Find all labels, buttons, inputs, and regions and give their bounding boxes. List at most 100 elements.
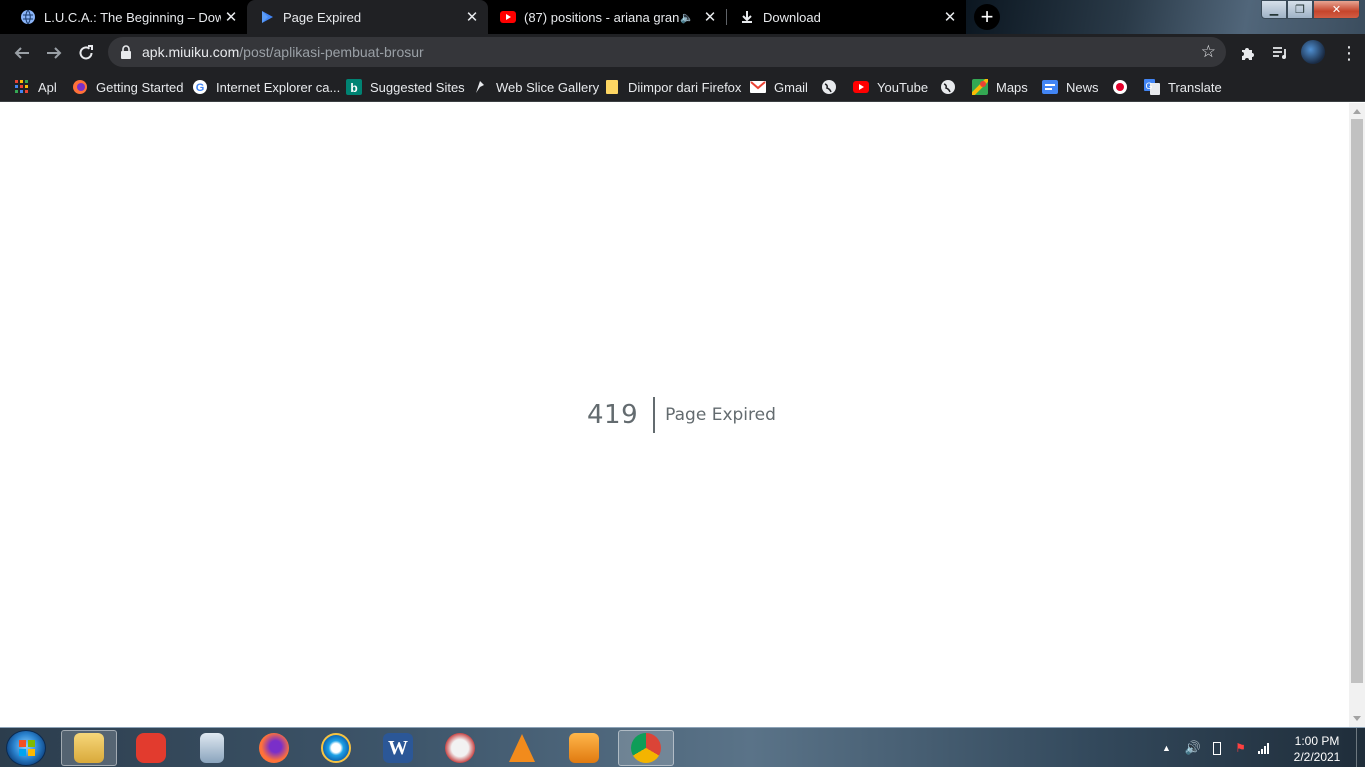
download-icon (739, 9, 755, 25)
red-app-icon (136, 733, 166, 763)
media-player-icon (569, 733, 599, 763)
action-center-flag-icon[interactable]: ⚑ (1235, 741, 1246, 755)
tab-luca[interactable]: L.U.C.A.: The Beginning – Downlo ✕ (8, 0, 247, 34)
close-icon[interactable]: ✕ (700, 7, 720, 27)
globe-icon (940, 79, 956, 95)
bookmarks-bar: Apl Getting Started G Internet Explorer … (0, 71, 1365, 102)
taskbar-clock[interactable]: 1:00 PM 2/2/2021 (1282, 733, 1352, 765)
menu-dots-icon[interactable]: ⋮ (1336, 40, 1362, 66)
bookmark-getting-started[interactable]: Getting Started (72, 76, 183, 98)
tab-title: (87) positions - ariana grande (524, 9, 681, 25)
taskbar-internet-explorer[interactable] (308, 730, 364, 766)
maximize-button[interactable]: ❐ (1287, 0, 1313, 19)
address-bar[interactable]: apk.miuiku.com/post/aplikasi-pembuat-bro… (108, 37, 1226, 67)
extensions-puzzle-icon[interactable] (1235, 40, 1261, 66)
start-button[interactable] (6, 730, 46, 766)
translate-icon: G (1144, 79, 1160, 95)
error-message-block: 419 Page Expired (587, 397, 776, 433)
news-icon (1042, 79, 1058, 95)
system-tray: ▲ 🔊 ⚑ (1162, 728, 1269, 767)
bookmark-label: YouTube (877, 79, 929, 95)
bookmark-maps[interactable]: Maps (972, 76, 1028, 98)
bookmark-gmail[interactable]: Gmail (750, 76, 808, 98)
url-path: /post/aplikasi-pembuat-brosur (239, 44, 424, 60)
bookmark-apps[interactable]: Apl (14, 76, 57, 98)
taskbar-red-app[interactable] (123, 730, 179, 766)
youtube-icon (500, 9, 516, 25)
play-store-icon (259, 9, 275, 25)
window-close-button[interactable]: ✕ (1313, 0, 1360, 19)
bookmark-label: Apl (38, 79, 57, 95)
profile-avatar[interactable] (1301, 40, 1325, 64)
taskbar-snipping-tool[interactable] (432, 730, 488, 766)
back-button[interactable] (9, 40, 35, 66)
tray-expand-icon[interactable]: ▲ (1162, 743, 1171, 753)
tab-youtube[interactable]: (87) positions - ariana grande 🔈 ✕ (488, 0, 726, 34)
google-icon: G (192, 79, 208, 95)
clock-time: 1:00 PM (1294, 734, 1340, 748)
network-signal-icon[interactable] (1257, 742, 1269, 754)
speaker-icon[interactable]: 🔈 (680, 11, 694, 24)
firefox-icon (72, 79, 88, 95)
bookmark-translate[interactable]: G Translate (1144, 76, 1222, 98)
word-icon: W (383, 733, 413, 763)
calculator-icon (200, 733, 224, 763)
minimize-button[interactable]: ▁ (1261, 0, 1287, 19)
bookmark-label: Internet Explorer ca... (216, 79, 341, 95)
tab-title: L.U.C.A.: The Beginning – Downlo (44, 9, 221, 25)
tab-title: Page Expired (283, 9, 362, 25)
tab-page-expired[interactable]: Page Expired ✕ (247, 0, 488, 34)
new-tab-button[interactable]: + (974, 4, 1000, 30)
bookmark-label: Diimpor dari Firefox (628, 79, 742, 95)
bookmark-suggested-sites[interactable]: b Suggested Sites (346, 76, 465, 98)
bookmark-web-slice[interactable]: Web Slice Gallery (472, 76, 599, 98)
scrollbar-thumb[interactable] (1351, 119, 1363, 683)
chrome-icon (631, 733, 661, 763)
reload-button[interactable] (73, 40, 99, 66)
taskbar-word[interactable]: W (370, 730, 426, 766)
url-host: apk.miuiku.com (142, 44, 240, 60)
close-icon[interactable]: ✕ (221, 7, 241, 27)
svg-text:b: b (350, 81, 357, 95)
bookmark-globe-2[interactable] (940, 76, 964, 98)
bookmark-label: Maps (996, 79, 1028, 95)
scroll-down-arrow-icon[interactable] (1353, 716, 1361, 721)
bing-icon: b (346, 79, 362, 95)
bookmark-opera[interactable] (1112, 76, 1136, 98)
show-desktop-button[interactable] (1356, 728, 1365, 767)
taskbar-chrome[interactable] (618, 730, 674, 766)
maps-icon (972, 79, 988, 95)
bookmark-ie[interactable]: G Internet Explorer ca... (192, 76, 340, 98)
taskbar-file-explorer[interactable] (61, 730, 117, 766)
scroll-up-arrow-icon[interactable] (1353, 109, 1361, 114)
folder-icon (604, 79, 620, 95)
bookmark-youtube[interactable]: YouTube (853, 76, 928, 98)
error-code: 419 (587, 400, 639, 430)
vertical-scrollbar[interactable] (1349, 103, 1365, 727)
lock-icon[interactable] (120, 45, 132, 59)
media-queue-icon[interactable] (1267, 40, 1293, 66)
browser-toolbar: apk.miuiku.com/post/aplikasi-pembuat-bro… (0, 34, 1365, 71)
bookmark-label: Getting Started (96, 79, 184, 95)
bookmark-news[interactable]: News (1042, 76, 1099, 98)
taskbar-calculator[interactable] (184, 730, 240, 766)
bookmark-globe-1[interactable] (821, 76, 845, 98)
taskbar-firefox[interactable] (246, 730, 302, 766)
taskbar-vlc[interactable] (494, 730, 550, 766)
bookmark-label: Translate (1168, 79, 1222, 95)
bookmark-firefox-folder[interactable]: Diimpor dari Firefox (604, 76, 741, 98)
windows-taskbar: W ▲ 🔊 ⚑ 1:00 PM 2/2/2021 (0, 727, 1365, 767)
battery-icon[interactable] (1213, 741, 1222, 755)
tab-download[interactable]: Download ✕ (727, 0, 966, 34)
volume-icon[interactable]: 🔊 (1185, 740, 1201, 756)
taskbar-media-player[interactable] (556, 730, 612, 766)
snipping-tool-icon (445, 733, 475, 763)
firefox-icon (259, 733, 289, 763)
clock-date: 2/2/2021 (1293, 750, 1341, 764)
error-text: Page Expired (665, 405, 776, 425)
globe-icon (20, 9, 36, 25)
close-icon[interactable]: ✕ (940, 7, 960, 27)
bookmark-star-icon[interactable]: ☆ (1201, 42, 1216, 62)
close-icon[interactable]: ✕ (462, 7, 482, 27)
forward-button[interactable] (41, 40, 67, 66)
